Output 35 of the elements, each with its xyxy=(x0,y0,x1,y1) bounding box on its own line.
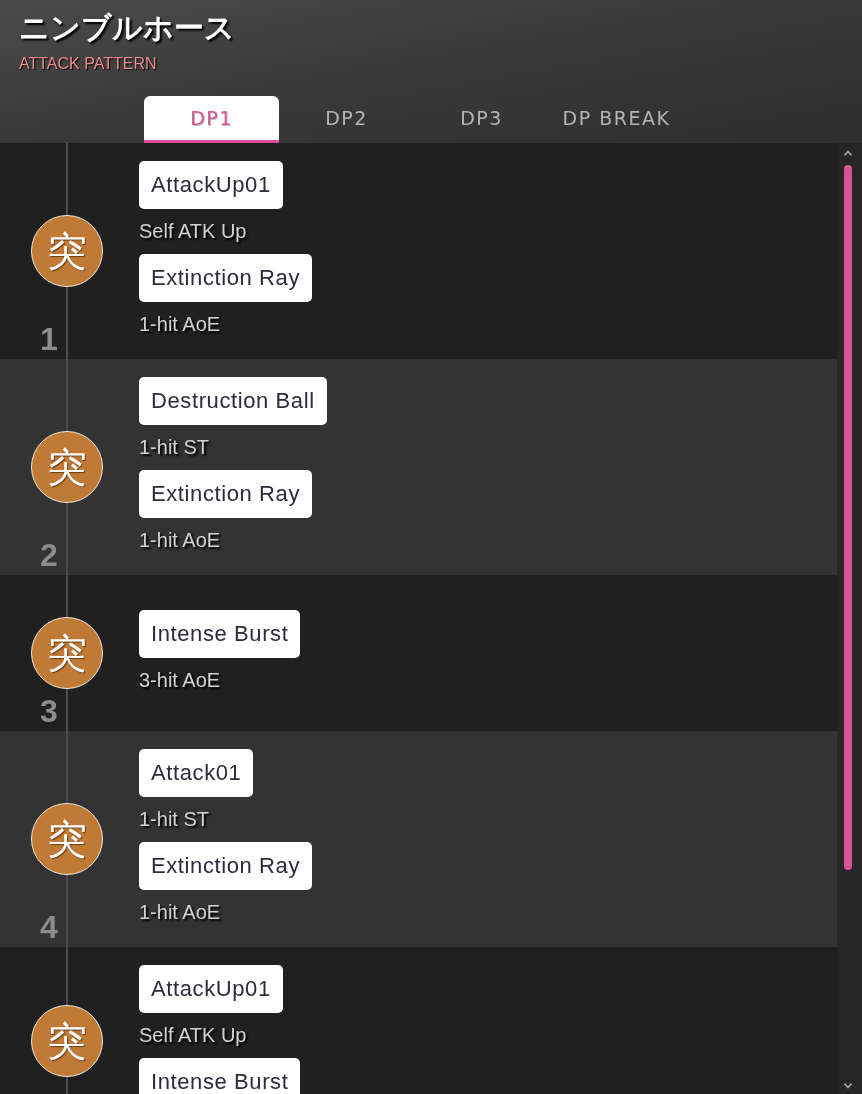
page-title: ニンブルホース xyxy=(19,10,235,46)
skill-effect: 3-hit AoE xyxy=(139,667,221,693)
skill-effect: Self ATK Up xyxy=(139,1023,247,1048)
skill-tag: Attack01 xyxy=(139,749,254,797)
skill-effect: 1-hit AoE xyxy=(139,312,221,337)
scroll-down-icon[interactable] xyxy=(844,1083,852,1089)
attack-type-badge: 突 xyxy=(31,1005,103,1077)
turn-number: 2 xyxy=(39,537,59,573)
attack-type-badge: 突 xyxy=(31,617,103,689)
skill-effect: 1-hit ST xyxy=(139,807,210,832)
turn-number: 4 xyxy=(39,909,59,945)
skill-effect: 1-hit AoE xyxy=(139,900,221,925)
skill-tag: Extinction Ray xyxy=(139,470,312,518)
scroll-up-icon[interactable] xyxy=(844,150,852,156)
skill-effect: Self ATK Up xyxy=(139,219,247,244)
attack-type-badge: 突 xyxy=(31,803,103,875)
tab[interactable]: DP2 xyxy=(279,96,414,143)
skill-tag: Intense Burst xyxy=(139,1058,301,1094)
skill-tag: Destruction Ball xyxy=(139,377,327,425)
tab[interactable]: DP BREAK xyxy=(549,96,684,143)
skill-tag: Extinction Ray xyxy=(139,254,312,302)
tab[interactable]: DP1 xyxy=(144,96,279,143)
skill-tag: AttackUp01 xyxy=(139,161,283,209)
skill-tag: Extinction Ray xyxy=(139,842,312,890)
turn-number: 1 xyxy=(39,321,59,357)
skill-effect: 1-hit ST xyxy=(139,435,210,460)
scrollbar-thumb[interactable] xyxy=(844,165,852,870)
attack-type-badge: 突 xyxy=(31,215,103,287)
skill-tag: AttackUp01 xyxy=(139,965,283,1013)
skill-effect: 1-hit AoE xyxy=(139,528,221,553)
turn-number: 3 xyxy=(39,693,59,729)
tab[interactable]: DP3 xyxy=(414,96,549,143)
skill-tag: Intense Burst xyxy=(139,609,301,658)
page-subtitle: ATTACK PATTERN xyxy=(19,54,157,74)
attack-type-badge: 突 xyxy=(31,431,103,503)
